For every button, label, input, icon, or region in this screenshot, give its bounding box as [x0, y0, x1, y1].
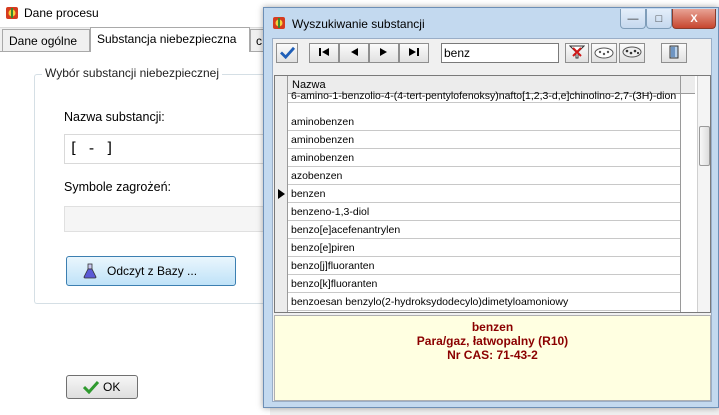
table-row[interactable]: benzeno-1,3-diol: [288, 203, 680, 221]
ok-button[interactable]: OK: [66, 375, 138, 399]
exit-button[interactable]: [661, 43, 687, 63]
table-row[interactable]: benzoesan benzylo(2-hydroksydodecylo)dim…: [288, 293, 680, 311]
next-record-button[interactable]: [369, 43, 399, 63]
lookup-button[interactable]: [591, 43, 617, 63]
table-row[interactable]: benzo[e]acefenantrylen: [288, 221, 680, 239]
advanced-lookup-button[interactable]: [619, 43, 645, 63]
minimize-button[interactable]: —: [620, 9, 646, 29]
table-row[interactable]: benzen: [288, 185, 680, 203]
next-icon: [378, 47, 390, 59]
previous-icon: [348, 47, 360, 59]
tab-strip: Dane ogólne Substancja niebezpieczna c: [0, 27, 270, 52]
table-row[interactable]: aminobenzen: [288, 113, 680, 131]
read-from-database-label: Odczyt z Bazy ...: [107, 264, 198, 278]
tab-general[interactable]: Dane ogólne: [2, 29, 90, 51]
window-title: Dane procesu: [24, 6, 99, 20]
scrollbar-thumb[interactable]: [699, 126, 710, 166]
table-row[interactable]: benzo[k]fluoranten: [288, 275, 680, 293]
table-row[interactable]: aminobenzen: [288, 131, 680, 149]
cloud-icon: [593, 45, 615, 61]
app-icon: [5, 6, 19, 20]
dialog-content: Nazwa 6-amino-1-benzolio-4-(4-tert-penty…: [272, 38, 712, 402]
current-row-indicator-icon: [278, 189, 285, 199]
filter-clear-icon: [568, 45, 586, 61]
flask-icon: [83, 263, 97, 279]
substance-name-field: [ - ]: [64, 134, 270, 164]
table-row[interactable]: azobenzen: [288, 167, 680, 185]
pattern-icon: [621, 45, 643, 61]
checkmark-icon: [82, 380, 100, 395]
group-title: Wybór substancji niebezpiecznej: [42, 66, 222, 80]
checkmark-icon: [279, 46, 295, 61]
accept-button[interactable]: [276, 43, 298, 63]
substance-info-panel: benzen Para/gaz, łatwopalny (R10) Nr CAS…: [274, 315, 711, 401]
last-record-button[interactable]: [399, 43, 429, 63]
search-input[interactable]: [441, 43, 559, 63]
table-row[interactable]: benzo[e]piren: [288, 239, 680, 257]
first-icon: [318, 47, 330, 59]
table-row[interactable]: 6-amino-1-benzolio-4-(4-tert-pentylofeno…: [288, 90, 680, 103]
hazard-symbols-label: Symbole zagrożeń:: [64, 180, 172, 194]
substance-grid[interactable]: Nazwa 6-amino-1-benzolio-4-(4-tert-penty…: [274, 75, 711, 313]
ok-label: OK: [103, 380, 121, 394]
substance-name-label: Nazwa substancji:: [64, 110, 165, 124]
vertical-scrollbar[interactable]: [697, 76, 710, 312]
first-record-button[interactable]: [309, 43, 339, 63]
clear-filter-button[interactable]: [565, 43, 589, 63]
dialog-title: Wyszukiwanie substancji: [292, 17, 425, 31]
hazard-symbols-field: [64, 206, 270, 232]
table-row[interactable]: aminobenzen: [288, 149, 680, 167]
dialog-app-icon: [272, 16, 286, 30]
info-substance-name: benzen: [471, 320, 514, 334]
previous-record-button[interactable]: [339, 43, 369, 63]
maximize-button[interactable]: □: [646, 9, 672, 29]
door-icon: [668, 45, 680, 61]
last-icon: [408, 47, 420, 59]
column-separator: [680, 76, 681, 312]
close-button[interactable]: X: [672, 9, 716, 29]
search-substance-dialog: Wyszukiwanie substancji — □ X benz Nazwa…: [263, 7, 719, 408]
table-row[interactable]: benzo[j]fluoranten: [288, 257, 680, 275]
substance-name-value: [ - ]: [69, 139, 115, 157]
info-hazard: Para/gaz, łatwopalny (R10): [416, 334, 569, 348]
tab-hazardous-substance[interactable]: Substancja niebezpieczna: [90, 27, 250, 52]
info-cas-number: Nr CAS: 71-43-2: [447, 348, 538, 362]
read-from-database-button[interactable]: Odczyt z Bazy ...: [66, 256, 236, 286]
